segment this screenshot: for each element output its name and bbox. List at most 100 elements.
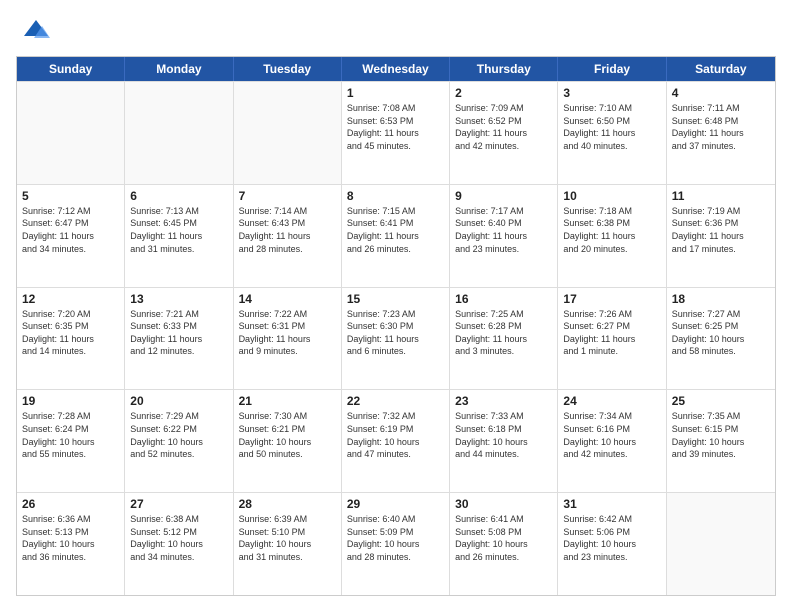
day-info: Sunrise: 7:11 AM Sunset: 6:48 PM Dayligh… xyxy=(672,102,770,152)
day-number: 15 xyxy=(347,292,444,306)
day-info: Sunrise: 7:12 AM Sunset: 6:47 PM Dayligh… xyxy=(22,205,119,255)
day-number: 1 xyxy=(347,86,444,100)
weekday-header-sunday: Sunday xyxy=(17,57,125,81)
day-number: 25 xyxy=(672,394,770,408)
weekday-header-monday: Monday xyxy=(125,57,233,81)
cal-cell: 4 Sunrise: 7:11 AM Sunset: 6:48 PM Daylig… xyxy=(667,82,775,184)
cal-cell: 11 Sunrise: 7:19 AM Sunset: 6:36 PM Dayli… xyxy=(667,185,775,287)
cal-cell: 15 Sunrise: 7:23 AM Sunset: 6:30 PM Dayli… xyxy=(342,288,450,390)
day-info: Sunrise: 7:18 AM Sunset: 6:38 PM Dayligh… xyxy=(563,205,660,255)
day-info: Sunrise: 7:15 AM Sunset: 6:41 PM Dayligh… xyxy=(347,205,444,255)
cal-cell: 31Sunrise: 6:42 AM Sunset: 5:06 PM Dayli… xyxy=(558,493,666,595)
cal-cell: 18 Sunrise: 7:27 AM Sunset: 6:25 PM Dayli… xyxy=(667,288,775,390)
calendar-body: 1 Sunrise: 7:08 AM Sunset: 6:53 PM Daylig… xyxy=(17,81,775,595)
weekday-header-saturday: Saturday xyxy=(667,57,775,81)
weekday-header-tuesday: Tuesday xyxy=(234,57,342,81)
day-number: 29 xyxy=(347,497,444,511)
cal-cell: 6 Sunrise: 7:13 AM Sunset: 6:45 PM Daylig… xyxy=(125,185,233,287)
cal-cell: 12 Sunrise: 7:20 AM Sunset: 6:35 PM Dayli… xyxy=(17,288,125,390)
cal-cell: 25 Sunrise: 7:35 AM Sunset: 6:15 PM Dayli… xyxy=(667,390,775,492)
day-number: 11 xyxy=(672,189,770,203)
day-number: 9 xyxy=(455,189,552,203)
day-info: Sunrise: 7:32 AM Sunset: 6:19 PM Dayligh… xyxy=(347,410,444,460)
day-info: Sunrise: 7:25 AM Sunset: 6:28 PM Dayligh… xyxy=(455,308,552,358)
day-info: Sunrise: 7:34 AM Sunset: 6:16 PM Dayligh… xyxy=(563,410,660,460)
day-info: Sunrise: 7:21 AM Sunset: 6:33 PM Dayligh… xyxy=(130,308,227,358)
calendar: SundayMondayTuesdayWednesdayThursdayFrid… xyxy=(16,56,776,596)
cal-cell: 17Sunrise: 7:26 AM Sunset: 6:27 PM Dayli… xyxy=(558,288,666,390)
cal-cell: 14 Sunrise: 7:22 AM Sunset: 6:31 PM Dayli… xyxy=(234,288,342,390)
day-number: 19 xyxy=(22,394,119,408)
week-row-3: 12 Sunrise: 7:20 AM Sunset: 6:35 PM Dayli… xyxy=(17,287,775,390)
day-number: 6 xyxy=(130,189,227,203)
cal-cell: 29 Sunrise: 6:40 AM Sunset: 5:09 PM Dayli… xyxy=(342,493,450,595)
day-number: 24 xyxy=(563,394,660,408)
day-info: Sunrise: 7:28 AM Sunset: 6:24 PM Dayligh… xyxy=(22,410,119,460)
day-number: 8 xyxy=(347,189,444,203)
day-number: 28 xyxy=(239,497,336,511)
logo-icon xyxy=(22,16,50,44)
day-number: 7 xyxy=(239,189,336,203)
day-number: 23 xyxy=(455,394,552,408)
day-info: Sunrise: 7:35 AM Sunset: 6:15 PM Dayligh… xyxy=(672,410,770,460)
cal-cell: 19 Sunrise: 7:28 AM Sunset: 6:24 PM Dayli… xyxy=(17,390,125,492)
day-number: 13 xyxy=(130,292,227,306)
cal-cell: 1 Sunrise: 7:08 AM Sunset: 6:53 PM Daylig… xyxy=(342,82,450,184)
cal-cell: 28Sunrise: 6:39 AM Sunset: 5:10 PM Dayli… xyxy=(234,493,342,595)
day-info: Sunrise: 6:36 AM Sunset: 5:13 PM Dayligh… xyxy=(22,513,119,563)
week-row-2: 5Sunrise: 7:12 AM Sunset: 6:47 PM Daylig… xyxy=(17,184,775,287)
day-info: Sunrise: 7:08 AM Sunset: 6:53 PM Dayligh… xyxy=(347,102,444,152)
day-number: 18 xyxy=(672,292,770,306)
day-number: 3 xyxy=(563,86,660,100)
day-number: 20 xyxy=(130,394,227,408)
day-info: Sunrise: 7:22 AM Sunset: 6:31 PM Dayligh… xyxy=(239,308,336,358)
week-row-4: 19 Sunrise: 7:28 AM Sunset: 6:24 PM Dayli… xyxy=(17,389,775,492)
day-info: Sunrise: 7:27 AM Sunset: 6:25 PM Dayligh… xyxy=(672,308,770,358)
day-info: Sunrise: 7:33 AM Sunset: 6:18 PM Dayligh… xyxy=(455,410,552,460)
day-number: 17 xyxy=(563,292,660,306)
weekday-header-wednesday: Wednesday xyxy=(342,57,450,81)
day-info: Sunrise: 7:19 AM Sunset: 6:36 PM Dayligh… xyxy=(672,205,770,255)
cal-cell: 5Sunrise: 7:12 AM Sunset: 6:47 PM Daylig… xyxy=(17,185,125,287)
day-info: Sunrise: 7:13 AM Sunset: 6:45 PM Dayligh… xyxy=(130,205,227,255)
day-info: Sunrise: 6:40 AM Sunset: 5:09 PM Dayligh… xyxy=(347,513,444,563)
day-info: Sunrise: 6:41 AM Sunset: 5:08 PM Dayligh… xyxy=(455,513,552,563)
day-info: Sunrise: 7:17 AM Sunset: 6:40 PM Dayligh… xyxy=(455,205,552,255)
day-info: Sunrise: 7:23 AM Sunset: 6:30 PM Dayligh… xyxy=(347,308,444,358)
cal-cell: 21 Sunrise: 7:30 AM Sunset: 6:21 PM Dayli… xyxy=(234,390,342,492)
cal-cell: 20 Sunrise: 7:29 AM Sunset: 6:22 PM Dayli… xyxy=(125,390,233,492)
day-number: 26 xyxy=(22,497,119,511)
cal-cell xyxy=(234,82,342,184)
day-number: 30 xyxy=(455,497,552,511)
day-info: Sunrise: 7:09 AM Sunset: 6:52 PM Dayligh… xyxy=(455,102,552,152)
cal-cell: 8 Sunrise: 7:15 AM Sunset: 6:41 PM Daylig… xyxy=(342,185,450,287)
day-info: Sunrise: 7:20 AM Sunset: 6:35 PM Dayligh… xyxy=(22,308,119,358)
cal-cell: 23 Sunrise: 7:33 AM Sunset: 6:18 PM Dayli… xyxy=(450,390,558,492)
day-number: 21 xyxy=(239,394,336,408)
cal-cell: 10 Sunrise: 7:18 AM Sunset: 6:38 PM Dayli… xyxy=(558,185,666,287)
week-row-5: 26 Sunrise: 6:36 AM Sunset: 5:13 PM Dayli… xyxy=(17,492,775,595)
cal-cell: 16 Sunrise: 7:25 AM Sunset: 6:28 PM Dayli… xyxy=(450,288,558,390)
cal-cell: 22 Sunrise: 7:32 AM Sunset: 6:19 PM Dayli… xyxy=(342,390,450,492)
cal-cell: 7 Sunrise: 7:14 AM Sunset: 6:43 PM Daylig… xyxy=(234,185,342,287)
calendar-header: SundayMondayTuesdayWednesdayThursdayFrid… xyxy=(17,57,775,81)
cal-cell: 30 Sunrise: 6:41 AM Sunset: 5:08 PM Dayli… xyxy=(450,493,558,595)
day-number: 27 xyxy=(130,497,227,511)
day-number: 16 xyxy=(455,292,552,306)
day-number: 14 xyxy=(239,292,336,306)
cal-cell: 13 Sunrise: 7:21 AM Sunset: 6:33 PM Dayli… xyxy=(125,288,233,390)
weekday-header-thursday: Thursday xyxy=(450,57,558,81)
day-number: 12 xyxy=(22,292,119,306)
cal-cell: 26 Sunrise: 6:36 AM Sunset: 5:13 PM Dayli… xyxy=(17,493,125,595)
week-row-1: 1 Sunrise: 7:08 AM Sunset: 6:53 PM Daylig… xyxy=(17,81,775,184)
day-info: Sunrise: 7:29 AM Sunset: 6:22 PM Dayligh… xyxy=(130,410,227,460)
day-info: Sunrise: 7:30 AM Sunset: 6:21 PM Dayligh… xyxy=(239,410,336,460)
logo xyxy=(16,16,50,44)
cal-cell: 3Sunrise: 7:10 AM Sunset: 6:50 PM Daylig… xyxy=(558,82,666,184)
day-number: 10 xyxy=(563,189,660,203)
day-number: 31 xyxy=(563,497,660,511)
day-info: Sunrise: 7:14 AM Sunset: 6:43 PM Dayligh… xyxy=(239,205,336,255)
day-number: 4 xyxy=(672,86,770,100)
day-number: 22 xyxy=(347,394,444,408)
cal-cell: 27Sunrise: 6:38 AM Sunset: 5:12 PM Dayli… xyxy=(125,493,233,595)
